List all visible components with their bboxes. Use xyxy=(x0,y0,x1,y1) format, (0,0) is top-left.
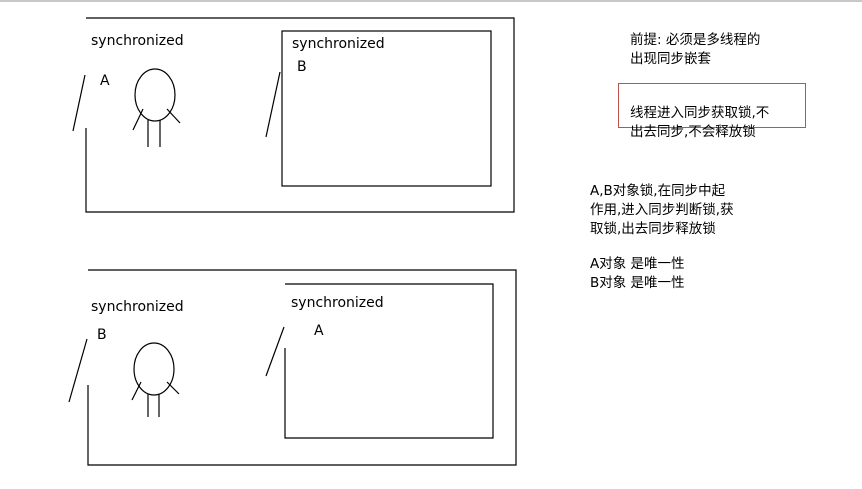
top-inner-synchronized-label: synchronized xyxy=(292,36,385,52)
bottom-outer-lock-label: B xyxy=(97,327,107,343)
bottom-person-icon xyxy=(131,342,180,417)
bottom-outer-door-icon xyxy=(68,338,88,403)
bottom-outer-synchronized-label: synchronized xyxy=(91,299,184,315)
diagram-canvas xyxy=(68,17,517,466)
bottom-inner-lock-label: A xyxy=(314,323,324,339)
bottom-inner-synchronized-label: synchronized xyxy=(291,295,384,311)
lock-release-note-box: 线程进入同步获取锁,不 出去同步,不会释放锁 xyxy=(618,83,806,140)
premise-note: 前提: 必须是多线程的 出现同步嵌套 xyxy=(630,32,761,67)
top-person-icon xyxy=(132,68,181,147)
top-inner-lock-label: B xyxy=(297,59,307,75)
lock-release-note: 线程进入同步获取锁,不 出去同步,不会释放锁 xyxy=(630,105,770,140)
top-inner-door-icon xyxy=(265,71,281,138)
top-outer-synchronized-label: synchronized xyxy=(91,33,184,49)
uniqueness-note: A对象 是唯一性 B对象 是唯一性 xyxy=(590,256,685,291)
top-outer-door-icon xyxy=(72,74,86,132)
lock-role-note: A,B对象锁,在同步中起 作用,进入同步判断锁,获 取锁,出去同步释放锁 xyxy=(590,183,734,237)
top-inner-block xyxy=(281,30,492,187)
bottom-inner-door-icon xyxy=(265,326,285,377)
top-outer-lock-label: A xyxy=(100,73,110,89)
